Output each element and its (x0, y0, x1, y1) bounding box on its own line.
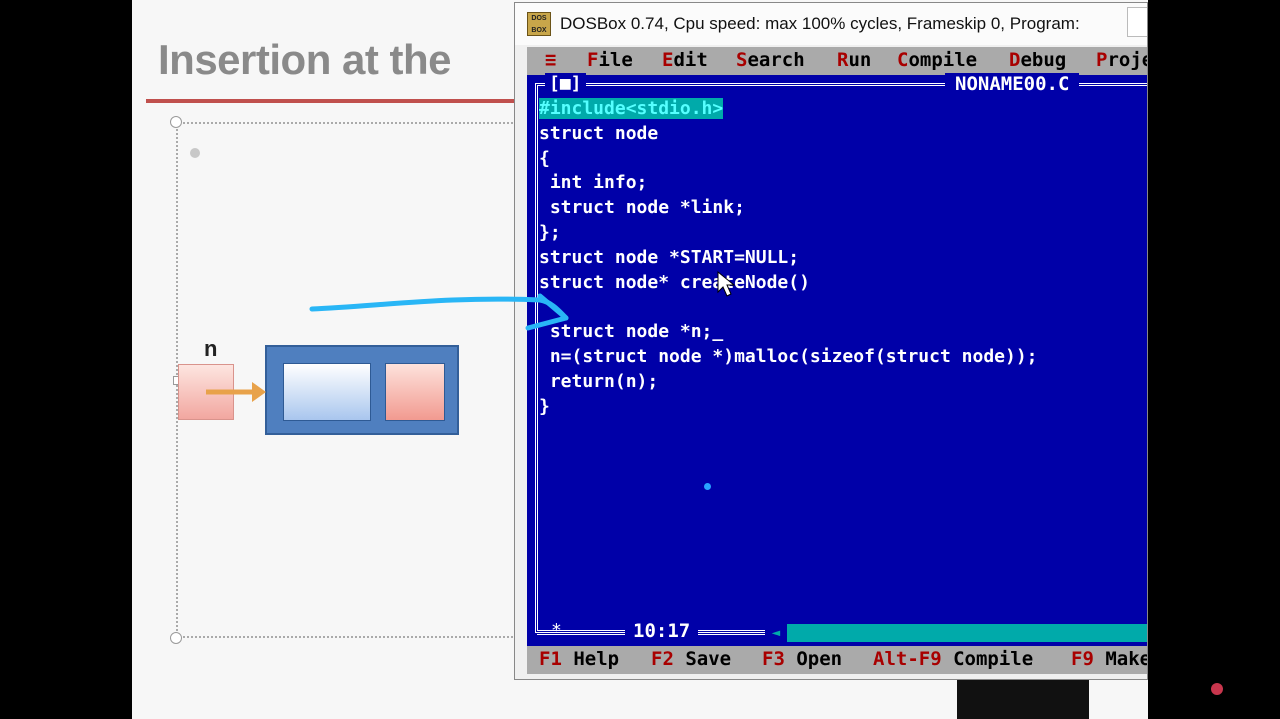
menu-edit[interactable]: Edit (662, 49, 708, 71)
code-editor-text[interactable]: #include<stdio.h> struct node { int info… (539, 97, 1038, 419)
watermark-logo (1211, 683, 1223, 695)
dosbox-app-icon[interactable]: DOS BOX (527, 12, 551, 36)
code-line-1[interactable]: #include<stdio.h> (539, 98, 724, 119)
window-titlebar[interactable]: DOS BOX DOSBox 0.74, Cpu speed: max 100%… (515, 3, 1147, 45)
code-line-13[interactable]: } (539, 396, 550, 417)
pointer-indicator-dot (704, 483, 711, 490)
fkey-make[interactable]: F9 Make (1071, 648, 1147, 670)
code-line-6[interactable]: }; (539, 222, 561, 243)
menu-compile[interactable]: Compile (897, 49, 977, 71)
fkey-open[interactable]: F3 Open (762, 648, 842, 670)
menu-project[interactable]: Proje (1096, 49, 1147, 71)
menu-file[interactable]: File (587, 49, 633, 71)
dos-screen[interactable]: ≡ File Edit Search Run Compile Debug Pro… (527, 47, 1147, 674)
scroll-left-arrow-icon[interactable]: ◄ (765, 624, 787, 642)
code-line-7[interactable]: struct node *START=NULL; (539, 247, 799, 268)
system-menu-icon[interactable]: ≡ (545, 49, 556, 71)
fkey-save[interactable]: F2 Save (651, 648, 731, 670)
modified-indicator: * (551, 620, 562, 641)
code-line-11[interactable]: n=(struct node *)malloc(sizeof(struct no… (539, 346, 1038, 367)
fkey-help[interactable]: F1 Help (539, 648, 619, 670)
editor-close-box[interactable]: [■] (545, 73, 586, 94)
horizontal-scrollbar[interactable] (765, 624, 1147, 642)
menu-run[interactable]: Run (837, 49, 871, 71)
menu-search[interactable]: Search (736, 49, 805, 71)
function-key-bar: F1 Help F2 Save F3 Open Alt-F9 Compile F… (527, 646, 1147, 674)
code-line-5[interactable]: struct node *link; (539, 197, 745, 218)
window-title: DOSBox 0.74, Cpu speed: max 100% cycles,… (560, 14, 1080, 33)
pointer-arrow-icon (206, 382, 266, 402)
code-line-12[interactable]: return(n); (539, 371, 658, 392)
cursor-position: 10:17 (625, 620, 699, 642)
editor-filename: NONAME00.C (945, 73, 1080, 95)
code-line-8[interactable]: struct node* createNode() (539, 272, 810, 293)
dosbox-window[interactable]: DOS BOX DOSBox 0.74, Cpu speed: max 100%… (514, 2, 1148, 680)
window-close-button[interactable] (1127, 7, 1147, 37)
menu-debug[interactable]: Debug (1009, 49, 1066, 71)
code-line-10[interactable]: struct node *n;_ (539, 321, 723, 342)
code-line-2[interactable]: struct node (539, 123, 658, 144)
webcam-overlay (957, 678, 1089, 719)
turbo-c-menubar: ≡ File Edit Search Run Compile Debug Pro… (527, 47, 1147, 75)
fkey-compile[interactable]: Alt-F9 Compile (873, 648, 1033, 670)
editor-status-line: * 10:17 ◄ (537, 620, 1147, 646)
code-line-3[interactable]: { (539, 148, 550, 169)
code-line-4[interactable]: int info; (539, 172, 648, 193)
